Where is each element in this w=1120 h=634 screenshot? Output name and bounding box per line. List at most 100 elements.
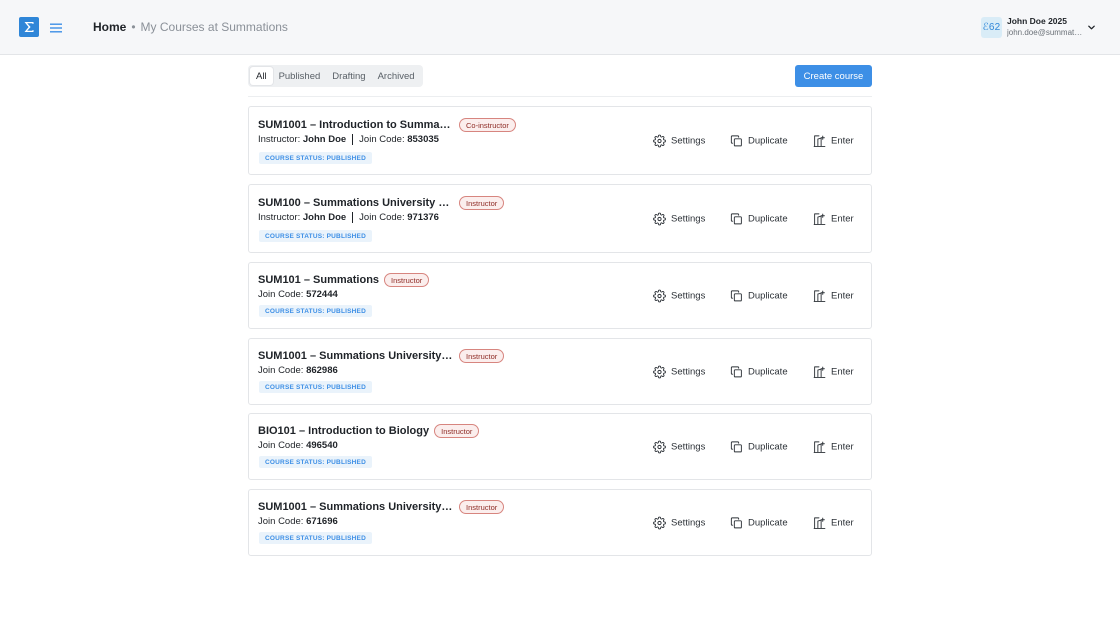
duplicate-button[interactable]: Duplicate <box>730 134 788 147</box>
enter-button[interactable]: Enter <box>813 289 854 302</box>
role-badge: Instructor <box>434 424 480 438</box>
status-badge: COURSE STATUS: PUBLISHED <box>259 456 372 468</box>
role-badge: Instructor <box>459 349 505 363</box>
status-badge: COURSE STATUS: PUBLISHED <box>259 305 372 317</box>
user-avatar: ℰ62 <box>981 17 1002 38</box>
course-card: SUM100 – Summations University 2024 Instr… <box>248 184 872 253</box>
duplicate-label: Duplicate <box>748 517 788 528</box>
tab-archived[interactable]: Archived <box>372 67 421 85</box>
settings-button[interactable]: Settings <box>653 440 705 453</box>
course-title[interactable]: BIO101 – Introduction to Biology <box>258 425 429 437</box>
course-title-row: SUM100 – Summations University 2024 Instr… <box>258 196 505 210</box>
enter-door-icon <box>813 212 831 225</box>
join-code-value: 572444 <box>306 289 338 300</box>
course-actions: Settings Duplicate Enter <box>653 414 863 479</box>
enter-button[interactable]: Enter <box>813 134 854 147</box>
duplicate-label: Duplicate <box>748 135 788 146</box>
join-code-label: Join Code: <box>258 516 304 527</box>
duplicate-label: Duplicate <box>748 290 788 301</box>
course-actions: Settings Duplicate Enter <box>653 263 863 328</box>
settings-button[interactable]: Settings <box>653 212 705 225</box>
course-title[interactable]: SUM101 – Summations <box>258 274 379 286</box>
tab-published[interactable]: Published <box>273 67 327 85</box>
course-title[interactable]: SUM1001 – Introduction to Summations <box>258 119 454 131</box>
enter-door-icon <box>813 289 831 302</box>
user-name: John Doe 2025 <box>1007 16 1067 26</box>
breadcrumb-current-page: My Courses at Summations <box>140 20 288 34</box>
course-actions: Settings Duplicate Enter <box>653 339 863 404</box>
enter-label: Enter <box>831 290 854 301</box>
enter-label: Enter <box>831 517 854 528</box>
course-title[interactable]: SUM1001 – Summations University 2025 <box>258 501 454 513</box>
join-code-label: Join Code: <box>258 289 304 300</box>
enter-button[interactable]: Enter <box>813 212 854 225</box>
info-divider <box>352 134 354 145</box>
settings-button[interactable]: Settings <box>653 289 705 302</box>
course-title-row: BIO101 – Introduction to Biology Instruct… <box>258 424 480 438</box>
enter-button[interactable]: Enter <box>813 516 854 529</box>
join-code-label: Join Code: <box>359 212 405 223</box>
enter-label: Enter <box>831 135 854 146</box>
course-actions: Settings Duplicate Enter <box>653 185 863 252</box>
copy-icon <box>730 212 748 225</box>
settings-label: Settings <box>671 517 706 528</box>
course-actions: Settings Duplicate Enter <box>653 490 863 555</box>
duplicate-label: Duplicate <box>748 366 788 377</box>
course-card: SUM1001 – Summations University 2025 Inst… <box>248 338 872 405</box>
course-info-row: Join Code: 671696 <box>258 516 338 527</box>
settings-label: Settings <box>671 213 706 224</box>
course-card: SUM1001 – Introduction to Summations Co-i… <box>248 106 872 175</box>
breadcrumb-separator: • <box>131 20 136 34</box>
role-badge: Instructor <box>459 500 505 514</box>
join-code-label: Join Code: <box>258 440 304 451</box>
status-badge: COURSE STATUS: PUBLISHED <box>259 532 372 544</box>
enter-label: Enter <box>831 366 854 377</box>
enter-button[interactable]: Enter <box>813 440 854 453</box>
role-badge: Instructor <box>459 196 505 210</box>
duplicate-button[interactable]: Duplicate <box>730 516 788 529</box>
settings-label: Settings <box>671 441 706 452</box>
gear-icon <box>653 134 671 147</box>
duplicate-button[interactable]: Duplicate <box>730 365 788 378</box>
course-title[interactable]: SUM100 – Summations University 2024 <box>258 197 454 209</box>
sigma-logo-icon[interactable] <box>19 17 39 37</box>
course-title[interactable]: SUM1001 – Summations University 2025 <box>258 350 454 362</box>
copy-icon <box>730 440 748 453</box>
hamburger-menu-icon[interactable] <box>50 21 62 33</box>
settings-button[interactable]: Settings <box>653 516 705 529</box>
duplicate-button[interactable]: Duplicate <box>730 212 788 225</box>
instructor-label: Instructor: <box>258 134 301 145</box>
enter-button[interactable]: Enter <box>813 365 854 378</box>
chevron-down-icon[interactable] <box>1087 23 1096 32</box>
course-card: BIO101 – Introduction to Biology Instruct… <box>248 413 872 480</box>
course-card: SUM1001 – Summations University 2025 Inst… <box>248 489 872 556</box>
tab-drafting[interactable]: Drafting <box>326 67 371 85</box>
breadcrumb-home-link[interactable]: Home <box>93 20 126 34</box>
duplicate-button[interactable]: Duplicate <box>730 289 788 302</box>
join-code-value: 671696 <box>306 516 338 527</box>
user-menu[interactable]: ℰ62 John Doe 2025 john.doe@summations.co… <box>981 15 1105 41</box>
settings-button[interactable]: Settings <box>653 134 705 147</box>
enter-label: Enter <box>831 441 854 452</box>
status-badge: COURSE STATUS: PUBLISHED <box>259 152 372 164</box>
settings-button[interactable]: Settings <box>653 365 705 378</box>
course-info-row: Join Code: 496540 <box>258 440 338 451</box>
copy-icon <box>730 516 748 529</box>
course-info-row: Join Code: 572444 <box>258 289 338 300</box>
duplicate-button[interactable]: Duplicate <box>730 440 788 453</box>
course-title-row: SUM1001 – Summations University 2025 Inst… <box>258 500 505 514</box>
instructor-name: John Doe <box>302 134 347 145</box>
divider <box>248 96 872 97</box>
course-title-row: SUM1001 – Summations University 2025 Inst… <box>258 349 505 363</box>
enter-door-icon <box>813 440 831 453</box>
status-badge: COURSE STATUS: PUBLISHED <box>259 230 372 242</box>
join-code-label: Join Code: <box>359 134 405 145</box>
gear-icon <box>653 440 671 453</box>
create-course-button[interactable]: Create course <box>795 65 872 87</box>
tab-all[interactable]: All <box>250 67 273 85</box>
enter-door-icon <box>813 365 831 378</box>
top-bar: Home • My Courses at Summations ℰ62 John… <box>0 0 1120 55</box>
gear-icon <box>653 212 671 225</box>
instructor-label: Instructor: <box>258 212 301 223</box>
course-actions: Settings Duplicate Enter <box>653 107 863 174</box>
